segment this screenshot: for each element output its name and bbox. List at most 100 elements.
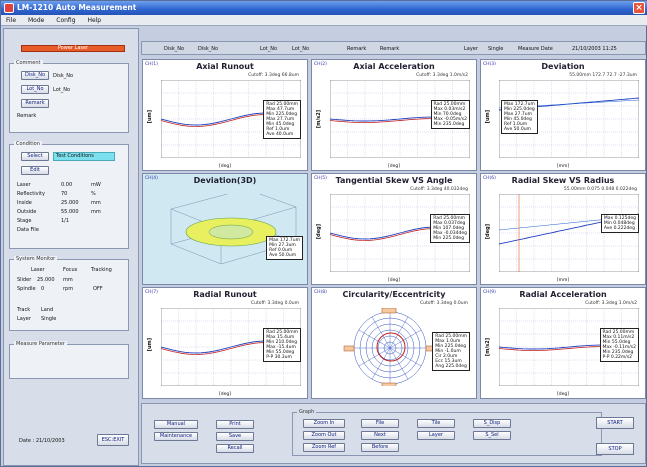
title-bar: LM-1210 Auto Measurement ×: [1, 1, 647, 15]
panel-title: Radial Acceleration: [519, 290, 607, 299]
esc-exit-button[interactable]: ESC:EXIT: [97, 434, 129, 446]
cond-unit: %: [91, 191, 96, 197]
disk-no-value: Disk_No: [53, 73, 74, 79]
s-sel-button[interactable]: S_Sel: [473, 431, 511, 440]
layer-button[interactable]: Layer: [417, 431, 455, 440]
laser-status-bar: Power Laser: [21, 45, 125, 52]
header-layer-value: Single: [488, 46, 504, 52]
panel-deviation-3d[interactable]: CH(4) Deviation(3D) Max 172.7um Min 27.3um R…: [142, 173, 308, 285]
edit-button[interactable]: Edit: [21, 166, 49, 175]
system-monitor-label: System Monitor: [14, 256, 58, 262]
zoom-ref-button[interactable]: Zoom Ref: [303, 443, 345, 452]
panel-deviation[interactable]: CH(3) Deviation 55.00mm 172.7 72.7 -27.3um…: [480, 59, 646, 171]
panel-ylabel: [m/s2]: [316, 110, 322, 129]
panel-ylabel: [deg]: [316, 224, 322, 240]
panel-circularity[interactable]: CH(8) Circularity/Eccentricity Cutoff: 3.3…: [311, 287, 477, 399]
panel-title: Tangential Skew VS Angle: [335, 176, 453, 185]
track-value: Land: [41, 307, 54, 313]
remark-text: Remark: [17, 113, 37, 119]
panel-legend: Rad 25.00mm Max 0.03m/s2 Min 70.0deg Max -0…: [430, 100, 470, 129]
panel-legend: Rad 25.00mm Max 0.037deg Min 107.0deg Max -…: [430, 214, 470, 243]
save-button[interactable]: Save: [216, 432, 254, 441]
recall-button[interactable]: Recall: [216, 444, 254, 453]
before-button[interactable]: Before: [361, 443, 399, 452]
panel-axial-runout[interactable]: CH(1) Axial Runout Cutoff: 3.3deg 66.8um [u…: [142, 59, 308, 171]
plot-area: [170, 194, 297, 265]
panel-tangential-skew[interactable]: CH(5) Tangential Skew VS Angle Cutoff: 3.3…: [311, 173, 477, 285]
header-lot-label: Lot_No: [260, 46, 278, 52]
test-conditions-field: Test Conditions: [53, 152, 115, 161]
maintenance-button[interactable]: Maintenance: [154, 432, 198, 441]
graph-group: Graph Zoom In Zoom Out Zoom Ref File Nex…: [292, 409, 602, 456]
menu-help[interactable]: Help: [82, 15, 106, 26]
lot-no-button[interactable]: Lot_No: [21, 85, 49, 94]
cond-unit: mW: [91, 182, 101, 188]
panel-legend: Max 172.7um Min 27.3um Ref 0.0um Ave 50.0um: [266, 236, 303, 260]
cond-label: Reflectivity: [17, 191, 45, 197]
panel-legend: Rad 25.00mm Max 1.0um Min 225.0deg Min -1.0…: [432, 332, 470, 371]
spindle-unit: rpm: [63, 286, 74, 292]
spindle-value: 0: [41, 286, 45, 292]
layer-value: Single: [41, 316, 57, 322]
comment-group-label: Comment: [14, 60, 43, 66]
cond-unit: mm: [91, 209, 101, 215]
cond-label: Inside: [17, 200, 32, 206]
file-button[interactable]: File: [361, 419, 399, 428]
panel-subtitle: 55.00mm 0.075 0.048 0.022deg: [563, 187, 637, 192]
remark-button[interactable]: Remark: [21, 99, 49, 108]
spindle-label: Spindle: [17, 286, 36, 292]
cond-label: Laser: [17, 182, 31, 188]
panel-title: Axial Runout: [196, 62, 254, 71]
header-lot-value: Lot_No: [292, 46, 310, 52]
panel-xlabel: [deg]: [219, 164, 231, 169]
cond-label: Outside: [17, 209, 37, 215]
panel-subtitle: Cutoff: 3.3deg 0.0um: [250, 301, 299, 306]
condition-group-label: Condition: [14, 141, 42, 147]
spindle-state: OFF: [93, 286, 103, 292]
bottom-toolbar: Manual Maintenance Print Save Recall Gra…: [141, 403, 646, 464]
panel-axial-acceleration[interactable]: CH(2) Axial Acceleration Cutoff: 3.3deg 1.…: [311, 59, 477, 171]
info-header: Disk_No Disk_No Lot_No Lot_No Remark Rem…: [141, 41, 646, 55]
tile-button[interactable]: Tile: [417, 419, 455, 428]
slider-label: Slider: [17, 277, 32, 283]
legend-line: Ang 225.0deg: [435, 364, 467, 369]
panel-xlabel: [mm]: [556, 278, 570, 283]
measure-parameter-group: Measure Parameter: [9, 341, 129, 379]
sys-header-tracking: Tracking: [91, 267, 112, 273]
panel-subtitle: Cutoff: 3.3deg 1.0m/s2: [416, 73, 468, 78]
legend-line: Ave 40.0um: [266, 132, 294, 137]
date-text: Date : 21/10/2003: [19, 438, 65, 444]
panel-radial-acceleration[interactable]: CH(9) Radial Acceleration Cutoff: 3.3deg 1…: [480, 287, 646, 399]
cond-value: 1/1: [61, 218, 70, 224]
panel-subtitle: Cutoff: 3.3deg 0.0um: [419, 301, 468, 306]
panel-title: Radial Runout: [193, 290, 257, 299]
menu-file[interactable]: File: [1, 15, 21, 26]
panel-legend: Max 0.125deg Min 0.048deg Ave 0.222deg: [600, 214, 639, 233]
legend-line: Min 225.0deg: [433, 236, 465, 241]
stop-button[interactable]: STOP: [596, 443, 634, 455]
legend-line: Ave 50.0um: [504, 127, 531, 132]
cond-value: 0.00: [61, 182, 73, 188]
s-disp-button[interactable]: S_Disp: [473, 419, 511, 428]
panel-subtitle: 55.00mm 172.7 72.7 -27.3um: [569, 73, 637, 78]
menu-config[interactable]: Config: [51, 15, 80, 26]
panel-xlabel: [deg]: [219, 392, 231, 397]
panel-radial-runout[interactable]: CH(7) Radial Runout Cutoff: 3.3deg 0.0um [u…: [142, 287, 308, 399]
panel-ylabel: [um]: [147, 338, 153, 352]
sys-header-focus: Focus: [63, 267, 78, 273]
close-button[interactable]: ×: [633, 2, 645, 14]
next-button[interactable]: Next: [361, 431, 399, 440]
menu-bar: File Mode Config Help: [1, 15, 647, 26]
panel-ylabel: [deg]: [485, 224, 491, 240]
print-button[interactable]: Print: [216, 420, 254, 429]
panel-radial-skew[interactable]: CH(6) Radial Skew VS Radius 55.00mm 0.075 …: [480, 173, 646, 285]
manual-button[interactable]: Manual: [154, 420, 198, 429]
cond-value: 55.000: [61, 209, 79, 215]
cond-label: Data File: [17, 227, 39, 233]
menu-mode[interactable]: Mode: [23, 15, 49, 26]
disk-no-button[interactable]: Disk_No: [21, 71, 49, 80]
select-button[interactable]: Select: [21, 152, 49, 161]
zoom-out-button[interactable]: Zoom Out: [303, 431, 345, 440]
zoom-in-button[interactable]: Zoom In: [303, 419, 345, 428]
start-button[interactable]: START: [596, 417, 634, 429]
